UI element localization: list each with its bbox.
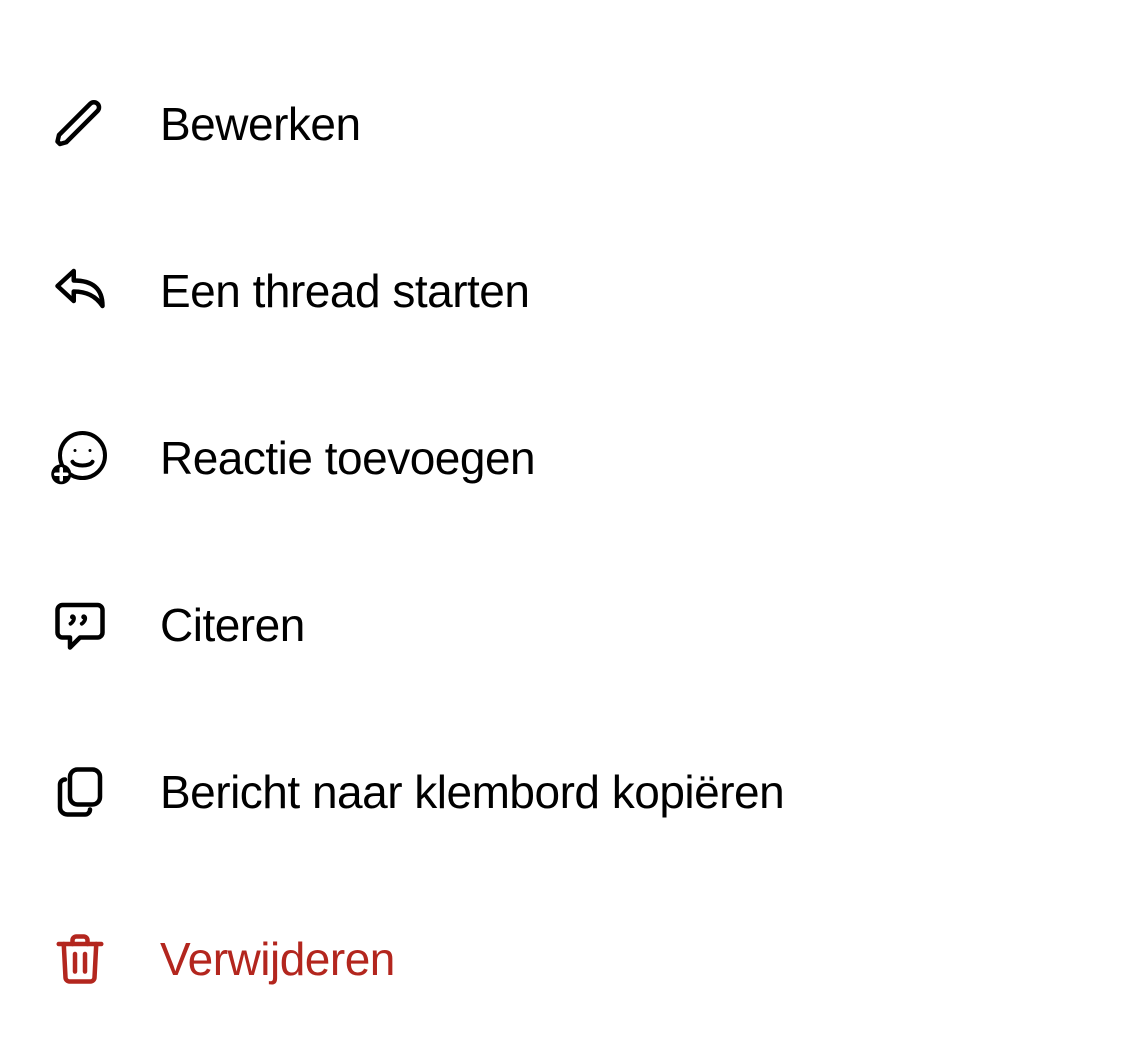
- menu-item-edit[interactable]: Bewerken: [50, 40, 1125, 207]
- menu-item-label: Bericht naar klembord kopiëren: [160, 765, 784, 819]
- menu-item-delete[interactable]: Verwijderen: [50, 875, 1125, 1042]
- menu-item-quote[interactable]: Citeren: [50, 541, 1125, 708]
- menu-item-label: Verwijderen: [160, 932, 395, 986]
- menu-item-label: Een thread starten: [160, 264, 529, 318]
- pencil-icon: [50, 94, 110, 154]
- menu-item-label: Reactie toevoegen: [160, 431, 535, 485]
- quote-bubble-icon: [50, 595, 110, 655]
- reply-arrow-icon: [50, 261, 110, 321]
- menu-item-label: Bewerken: [160, 97, 361, 151]
- copy-icon: [50, 762, 110, 822]
- trash-icon: [50, 929, 110, 989]
- menu-item-label: Citeren: [160, 598, 305, 652]
- emoji-plus-icon: [50, 428, 110, 488]
- message-context-menu: Bewerken Een thread starten Reactie toev…: [50, 40, 1125, 1042]
- menu-item-add-reaction[interactable]: Reactie toevoegen: [50, 374, 1125, 541]
- menu-item-start-thread[interactable]: Een thread starten: [50, 207, 1125, 374]
- menu-item-copy-to-clipboard[interactable]: Bericht naar klembord kopiëren: [50, 708, 1125, 875]
